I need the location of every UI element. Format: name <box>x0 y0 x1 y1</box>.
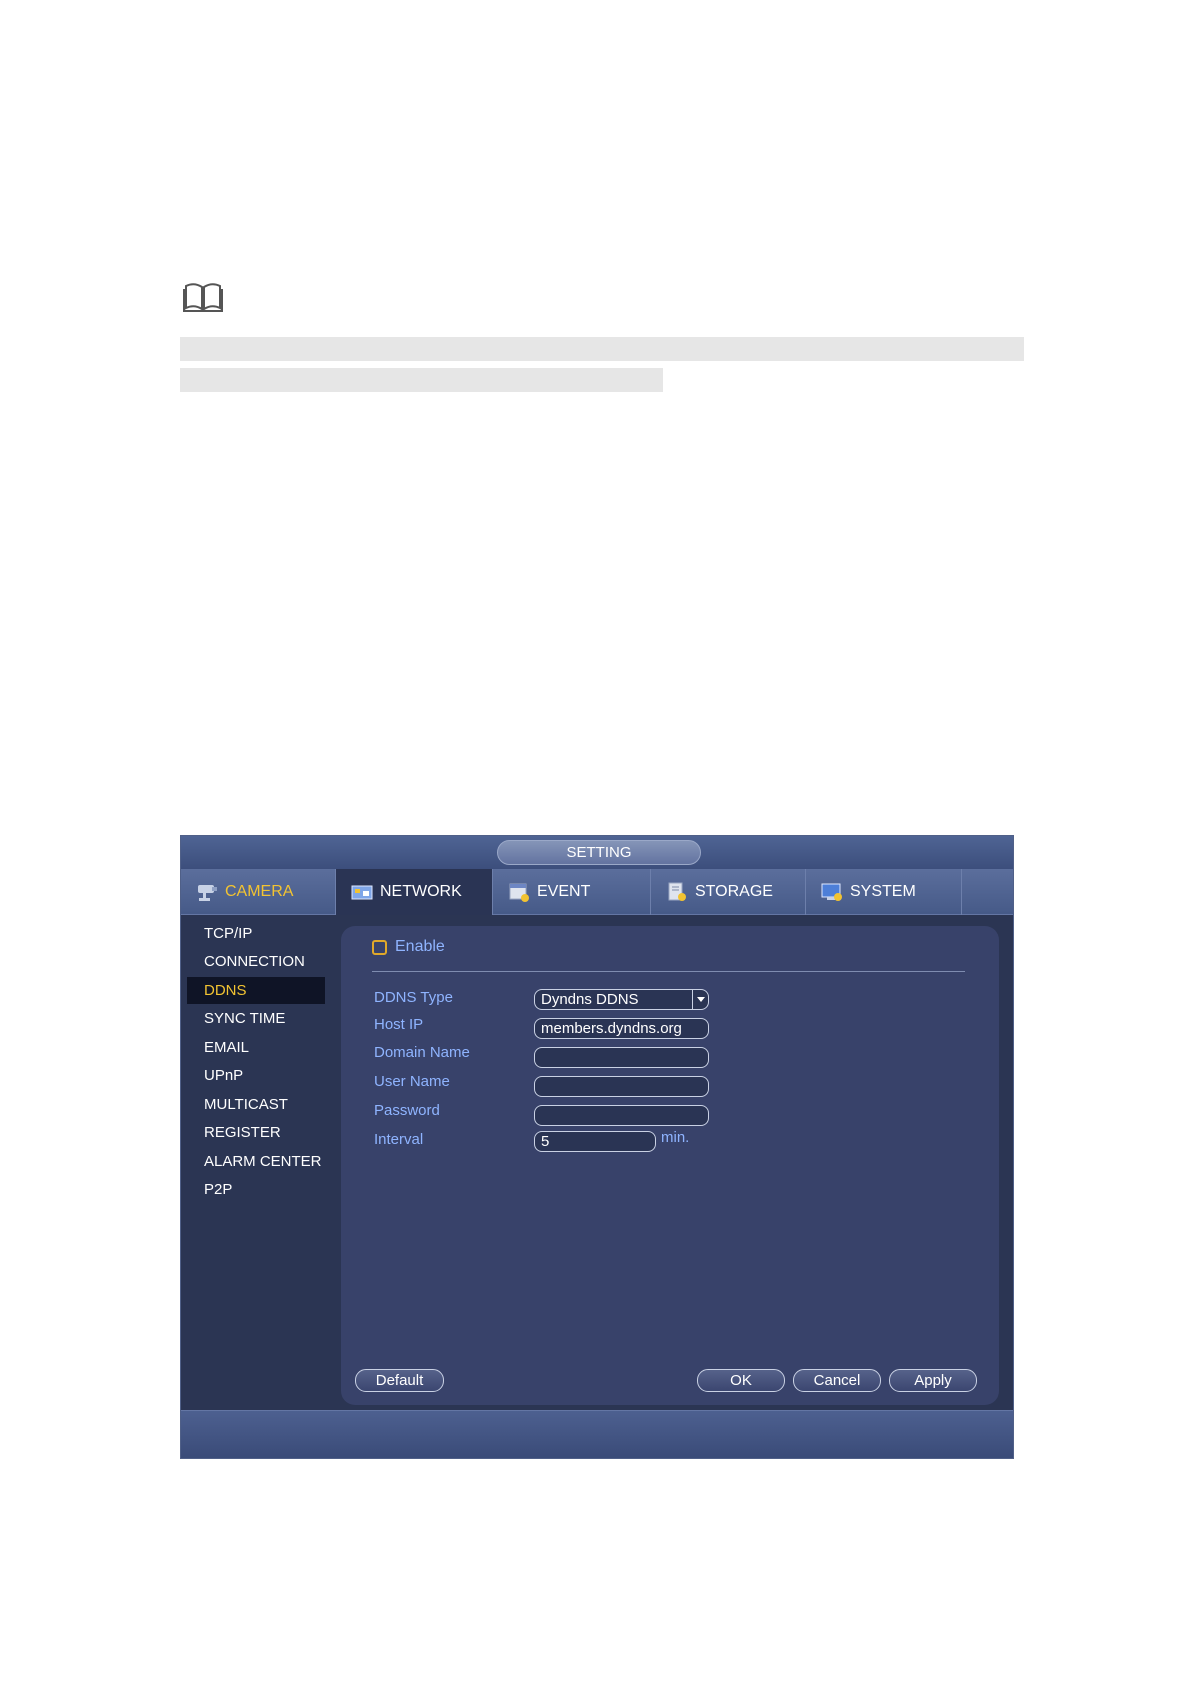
ddns-settings-panel: Enable DDNS Type Dyndns DDNS Host IP mem… <box>341 926 999 1405</box>
tab-label: CAMERA <box>225 883 294 900</box>
password-input[interactable] <box>534 1105 709 1126</box>
note-text-redaction-bar <box>180 337 1024 361</box>
apply-button[interactable]: Apply <box>889 1369 977 1392</box>
network-icon <box>351 885 373 900</box>
enable-row: Enable <box>372 938 445 956</box>
note-text-redaction-bar <box>180 368 663 392</box>
tab-storage[interactable]: STORAGE <box>651 869 806 915</box>
divider <box>372 971 965 972</box>
sidebar-item-ddns[interactable]: DDNS <box>187 977 325 1004</box>
storage-icon <box>668 882 686 901</box>
note-book-icon <box>183 283 223 312</box>
tab-event[interactable]: EVENT <box>493 869 651 915</box>
sidebar-item-multicast[interactable]: MULTICAST <box>187 1091 325 1118</box>
main-tabs: CAMERA NETWORK EVENT STORAGE SYSTEM <box>181 869 1013 915</box>
sidebar-item-connection[interactable]: CONNECTION <box>187 948 325 975</box>
status-footer <box>181 1410 1013 1458</box>
sidebar-item-p2p[interactable]: P2P <box>187 1176 325 1203</box>
domain-name-input[interactable] <box>534 1047 709 1068</box>
ddns-type-label: DDNS Type <box>374 989 453 1006</box>
interval-label: Interval <box>374 1131 424 1148</box>
tab-label: NETWORK <box>380 883 462 900</box>
tab-label: EVENT <box>537 883 591 900</box>
sidebar-item-alarm-center[interactable]: ALARM CENTER <box>187 1148 325 1175</box>
enable-label: Enable <box>395 938 445 955</box>
tab-network[interactable]: NETWORK <box>336 869 493 915</box>
ddns-type-value: Dyndns DDNS <box>541 991 639 1008</box>
password-label: Password <box>374 1102 440 1119</box>
sidebar: TCP/IP CONNECTION DDNS SYNC TIME EMAIL U… <box>181 915 337 1405</box>
cancel-button[interactable]: Cancel <box>793 1369 881 1392</box>
default-button[interactable]: Default <box>355 1369 444 1392</box>
host-ip-input[interactable]: members.dyndns.org <box>534 1018 709 1039</box>
sidebar-item-sync-time[interactable]: SYNC TIME <box>187 1005 325 1032</box>
sidebar-item-upnp[interactable]: UPnP <box>187 1062 325 1089</box>
event-icon <box>509 883 529 902</box>
chevron-down-icon[interactable] <box>692 990 708 1009</box>
tab-label: SYSTEM <box>850 883 916 900</box>
camera-icon <box>198 885 217 901</box>
enable-checkbox[interactable] <box>372 939 387 955</box>
ddns-type-select[interactable]: Dyndns DDNS <box>534 989 709 1010</box>
sidebar-item-email[interactable]: EMAIL <box>187 1034 325 1061</box>
user-name-input[interactable] <box>534 1076 709 1097</box>
sidebar-item-register[interactable]: REGISTER <box>187 1119 325 1146</box>
system-icon <box>821 883 842 901</box>
interval-input[interactable]: 5 <box>534 1131 656 1152</box>
tab-camera[interactable]: CAMERA <box>181 869 336 915</box>
user-name-label: User Name <box>374 1073 450 1090</box>
ok-button[interactable]: OK <box>697 1369 785 1392</box>
settings-window: SETTING CAMERA NETWORK EVENT STORAGE SYS… <box>180 835 1014 1459</box>
sidebar-item-tcpip[interactable]: TCP/IP <box>187 920 325 947</box>
title-bar: SETTING <box>181 836 1013 869</box>
tab-system[interactable]: SYSTEM <box>806 869 962 915</box>
tab-label: STORAGE <box>695 883 773 900</box>
domain-name-label: Domain Name <box>374 1044 470 1061</box>
host-ip-label: Host IP <box>374 1016 424 1033</box>
interval-unit: min. <box>661 1129 690 1146</box>
window-title: SETTING <box>497 840 701 865</box>
